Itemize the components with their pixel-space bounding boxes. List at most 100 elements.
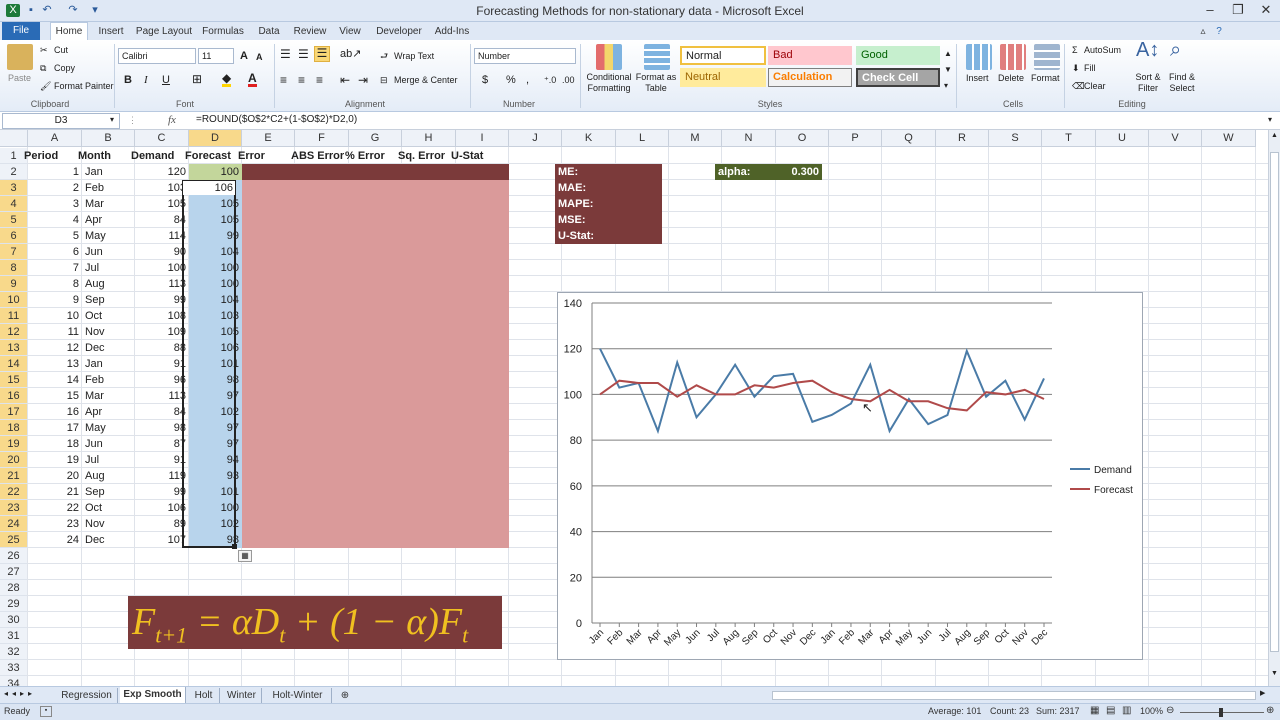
row-header[interactable]: 21 bbox=[0, 468, 28, 484]
orientation-icon[interactable]: ab↗ bbox=[340, 48, 361, 60]
autofill-options-icon[interactable]: ▦ bbox=[238, 550, 252, 562]
sort-filter-button[interactable]: Sort & Filter bbox=[1130, 72, 1166, 94]
cell-month[interactable]: Jan bbox=[82, 164, 135, 180]
sheet-tab-regression[interactable]: Regression bbox=[56, 688, 118, 703]
tab-home[interactable]: Home bbox=[50, 22, 88, 40]
header-pct-error[interactable]: % Error bbox=[342, 148, 396, 164]
cell-month[interactable]: Feb bbox=[82, 180, 135, 196]
format-button[interactable]: Format bbox=[1031, 72, 1060, 84]
cell-demand[interactable]: 99 bbox=[135, 292, 189, 308]
cell-month[interactable]: Jul bbox=[82, 260, 135, 276]
align-middle-icon[interactable]: ☰ bbox=[298, 48, 309, 60]
cell-period[interactable]: 4 bbox=[28, 212, 82, 228]
fill-handle[interactable] bbox=[232, 544, 237, 549]
header-demand[interactable]: Demand bbox=[128, 148, 182, 164]
macro-record-icon[interactable]: ▪ bbox=[40, 706, 52, 717]
align-top-icon[interactable]: ☰ bbox=[280, 48, 291, 60]
row-header[interactable]: 29 bbox=[0, 596, 28, 612]
tab-review[interactable]: Review bbox=[290, 24, 330, 40]
cell-demand[interactable]: 108 bbox=[135, 308, 189, 324]
row-header[interactable]: 23 bbox=[0, 500, 28, 516]
metric-mse[interactable]: MSE: bbox=[555, 212, 662, 228]
merge-center-button[interactable]: Merge & Center bbox=[394, 74, 458, 86]
column-header-v[interactable]: V bbox=[1149, 130, 1202, 147]
name-box-dropdown-icon[interactable]: ▾ bbox=[110, 115, 114, 124]
cell-demand[interactable]: 98 bbox=[135, 420, 189, 436]
merge-center-icon[interactable]: ⊟ bbox=[380, 74, 388, 86]
wrap-text-icon[interactable]: ⮐ bbox=[380, 50, 388, 62]
help-icon[interactable]: ? bbox=[1212, 24, 1226, 40]
cell-demand[interactable]: 96 bbox=[135, 372, 189, 388]
row-header[interactable]: 16 bbox=[0, 388, 28, 404]
cell-demand[interactable]: 87 bbox=[135, 436, 189, 452]
cell-demand[interactable]: 90 bbox=[135, 244, 189, 260]
row-header[interactable]: 8 bbox=[0, 260, 28, 276]
cell-month[interactable]: Mar bbox=[82, 196, 135, 212]
zoom-in-icon[interactable]: ⊕ bbox=[1266, 705, 1274, 716]
delete-cells-icon[interactable] bbox=[1000, 44, 1026, 70]
font-size-select[interactable]: 11 bbox=[198, 48, 234, 64]
insert-button[interactable]: Insert bbox=[966, 72, 989, 84]
chart[interactable]: 0 20 40 60 80 100 120 140 Jan Feb Mar Apr May Jun Jul A… bbox=[557, 292, 1143, 660]
cell-month[interactable]: Jul bbox=[82, 452, 135, 468]
row-header[interactable]: 31 bbox=[0, 628, 28, 644]
cell-month[interactable]: Mar bbox=[82, 388, 135, 404]
autosum-icon[interactable]: Σ bbox=[1072, 44, 1078, 56]
cell-period[interactable]: 10 bbox=[28, 308, 82, 324]
column-header-g[interactable]: G bbox=[349, 130, 402, 147]
cell-period[interactable]: 23 bbox=[28, 516, 82, 532]
cell-month[interactable]: Nov bbox=[82, 516, 135, 532]
metric-mape[interactable]: MAPE: bbox=[555, 196, 662, 212]
number-format-select[interactable]: Number bbox=[474, 48, 576, 64]
horizontal-scrollbar[interactable] bbox=[772, 691, 1256, 700]
cell-demand[interactable]: 114 bbox=[135, 228, 189, 244]
cell-period[interactable]: 20 bbox=[28, 468, 82, 484]
format-painter-button[interactable]: Format Painter bbox=[54, 80, 114, 92]
tab-developer[interactable]: Developer bbox=[372, 24, 426, 40]
cell-demand[interactable]: 91 bbox=[135, 452, 189, 468]
header-month[interactable]: Month bbox=[75, 148, 129, 164]
cell-demand[interactable]: 89 bbox=[135, 516, 189, 532]
cell-period[interactable]: 22 bbox=[28, 500, 82, 516]
cell-period[interactable]: 1 bbox=[28, 164, 82, 180]
style-check-cell[interactable]: Check Cell bbox=[856, 68, 940, 87]
minimize-icon[interactable]: – bbox=[1196, 0, 1224, 20]
underline-button[interactable]: U bbox=[162, 74, 170, 86]
row-header[interactable]: 18 bbox=[0, 420, 28, 436]
row-header[interactable]: 26 bbox=[0, 548, 28, 564]
cell-demand[interactable]: 119 bbox=[135, 468, 189, 484]
select-all-corner[interactable] bbox=[0, 130, 28, 147]
clear-button[interactable]: Clear bbox=[1084, 80, 1106, 92]
cell-period[interactable]: 16 bbox=[28, 404, 82, 420]
delete-button[interactable]: Delete bbox=[998, 72, 1024, 84]
tab-add-ins[interactable]: Add-Ins bbox=[430, 24, 474, 40]
cell-period[interactable]: 18 bbox=[28, 436, 82, 452]
row-header[interactable]: 30 bbox=[0, 612, 28, 628]
sheet-tab-winter[interactable]: Winter bbox=[222, 688, 262, 703]
tab-insert[interactable]: Insert bbox=[92, 24, 130, 40]
row-header[interactable]: 33 bbox=[0, 660, 28, 676]
cell-demand[interactable]: 84 bbox=[135, 404, 189, 420]
cell-month[interactable]: Oct bbox=[82, 308, 135, 324]
tab-page-layout[interactable]: Page Layout bbox=[134, 24, 194, 40]
autosum-button[interactable]: AutoSum bbox=[1084, 44, 1121, 56]
column-header-p[interactable]: P bbox=[829, 130, 882, 147]
cell-month[interactable]: May bbox=[82, 420, 135, 436]
column-header-a[interactable]: A bbox=[28, 130, 82, 147]
formula-bar-resize-icon[interactable]: ⋮ bbox=[128, 115, 137, 126]
cell-period[interactable]: 7 bbox=[28, 260, 82, 276]
column-header-f[interactable]: F bbox=[295, 130, 349, 147]
metric-u-stat[interactable]: U-Stat: bbox=[555, 228, 662, 244]
column-header-w[interactable]: W bbox=[1202, 130, 1256, 147]
cell-month[interactable]: Aug bbox=[82, 276, 135, 292]
cell-period[interactable]: 12 bbox=[28, 340, 82, 356]
page-layout-view-icon[interactable]: ▤ bbox=[1106, 705, 1115, 716]
row-header[interactable]: 32 bbox=[0, 644, 28, 660]
styles-more-icon[interactable]: ▾ bbox=[944, 80, 948, 92]
cell-period[interactable]: 2 bbox=[28, 180, 82, 196]
cell-demand[interactable]: 113 bbox=[135, 276, 189, 292]
cell-demand[interactable]: 105 bbox=[135, 196, 189, 212]
format-painter-icon[interactable]: 🖌 bbox=[40, 80, 51, 92]
tab-formulas[interactable]: Formulas bbox=[198, 24, 248, 40]
row-header[interactable]: 11 bbox=[0, 308, 28, 324]
